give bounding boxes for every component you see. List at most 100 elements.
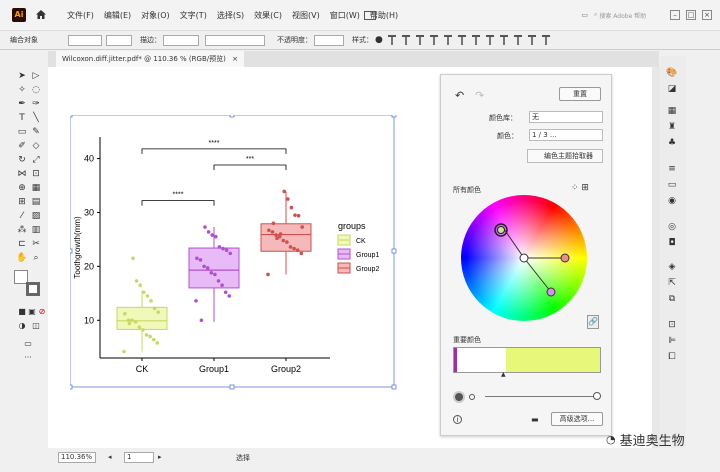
symbols-icon[interactable]: ♣ <box>666 138 678 148</box>
colors-select[interactable]: 1 / 3 ... <box>529 129 603 141</box>
shape-builder-icon[interactable]: ⊕ <box>16 182 28 194</box>
globe-icon[interactable]: ● <box>375 35 383 45</box>
redo-icon[interactable]: ↷ <box>475 89 484 102</box>
menu-select[interactable]: 选择(S) <box>212 10 249 21</box>
artboards-icon[interactable]: ⧉ <box>666 294 678 304</box>
align-top-icon[interactable] <box>430 35 438 45</box>
artboard-tool-icon[interactable]: ⊏ <box>16 238 28 250</box>
maximize-button[interactable]: □ <box>686 10 696 20</box>
prominent-colors-bar[interactable] <box>453 347 601 373</box>
menu-object[interactable]: 对象(O) <box>136 10 175 21</box>
stroke-panel-icon[interactable]: ≡ <box>666 164 678 174</box>
export-icon[interactable]: ⇱ <box>666 278 678 288</box>
type-tool-icon[interactable]: T <box>16 112 28 124</box>
menu-edit[interactable]: 编辑(E) <box>99 10 136 21</box>
appearance-icon[interactable]: ◎ <box>666 222 678 232</box>
magic-wand-icon[interactable]: ✧ <box>16 84 28 96</box>
folder-icon[interactable]: ▬ <box>531 415 539 424</box>
hand-tool-icon[interactable]: ✋ <box>16 252 28 264</box>
menu-file[interactable]: 文件(F) <box>62 10 99 21</box>
zoom-select[interactable]: 110.36% <box>58 452 96 463</box>
color-guide-icon[interactable]: ◪ <box>666 84 678 94</box>
color-panel-icon[interactable]: 🎨 <box>666 68 678 78</box>
help-search[interactable]: ⌕ 搜索 Adobe 帮助 <box>594 9 664 21</box>
screen-mode-icon[interactable]: ▭ <box>22 338 34 350</box>
swatches-icon[interactable]: ▦ <box>666 106 678 116</box>
brightness-slider-track[interactable] <box>485 396 597 397</box>
selection-tool-icon[interactable]: ➤ <box>16 70 28 82</box>
distribute-right-icon[interactable] <box>542 35 550 45</box>
direct-selection-tool-icon[interactable]: ▷ <box>30 70 42 82</box>
color-marker-icon[interactable]: ▲ <box>501 371 506 378</box>
menu-type[interactable]: 文字(T) <box>175 10 212 21</box>
advanced-options-button[interactable]: 高级选项... <box>551 412 603 426</box>
pathfinder-icon[interactable]: ⧠ <box>666 352 678 362</box>
stroke-swatch[interactable] <box>106 34 132 46</box>
next-artboard-icon[interactable]: ▸ <box>158 453 162 461</box>
distribute-left-icon[interactable] <box>514 35 522 45</box>
distribute-top-icon[interactable] <box>472 35 480 45</box>
graphic-styles-icon[interactable]: ◘ <box>666 238 678 248</box>
align-vcenter-icon[interactable] <box>444 35 452 45</box>
width-tool-icon[interactable]: ⋈ <box>16 168 28 180</box>
draw-mode-icon[interactable]: ◑ <box>16 320 28 332</box>
line-tool-icon[interactable]: ╲ <box>30 112 42 124</box>
distribute-hcenter-icon[interactable] <box>528 35 536 45</box>
pen-tool-icon[interactable]: ✒ <box>16 98 28 110</box>
info-icon[interactable]: i <box>453 415 462 424</box>
stroke-weight-input[interactable] <box>163 34 199 46</box>
minimize-button[interactable]: – <box>670 10 680 20</box>
document-tab[interactable]: Wilcoxon.diff.jitter.pdf* @ 110.36 % (RG… <box>56 51 244 67</box>
more-tools-icon[interactable]: ··· <box>22 352 34 364</box>
layers-icon[interactable]: ◈ <box>666 262 678 272</box>
fill-swatch[interactable] <box>68 34 102 46</box>
artboard-number-select[interactable]: 1 <box>124 452 154 463</box>
perspective-grid-icon[interactable]: ▦ <box>30 182 42 194</box>
unlink-icon[interactable]: 🔗 <box>587 315 599 329</box>
transparency-icon[interactable]: ◉ <box>666 196 678 206</box>
align-panel-icon[interactable]: ⊫ <box>666 336 678 346</box>
color-theme-picker-button[interactable]: 编色主题拾取器 <box>527 149 603 163</box>
link-harmony-icon[interactable]: ⁘ ⊞ <box>571 183 589 193</box>
vertical-scrollbar[interactable] <box>652 67 660 448</box>
distribute-bottom-icon[interactable] <box>500 35 508 45</box>
transform-icon[interactable]: ⊡ <box>666 320 678 330</box>
free-transform-icon[interactable]: ⊡ <box>30 168 42 180</box>
arrange-documents-icon[interactable]: ▭ <box>581 11 588 19</box>
undo-icon[interactable]: ↶ <box>455 89 464 102</box>
eyedropper-icon[interactable]: ⁄ <box>16 210 28 222</box>
saturation-toggle-icon[interactable] <box>453 391 465 403</box>
menu-window[interactable]: 窗口(W) <box>325 10 365 21</box>
paintbrush-icon[interactable]: ✎ <box>30 126 42 138</box>
boxplot-chart[interactable]: 10 20 30 40 CK Group1 Group2 Toothgrowth(mm) ***… <box>70 115 420 390</box>
scale-tool-icon[interactable]: ⤢ <box>30 154 42 166</box>
brushes-icon[interactable]: ♜ <box>666 122 678 132</box>
variable-width-select[interactable] <box>205 34 265 46</box>
zoom-tool-icon[interactable]: ⌕ <box>30 252 42 264</box>
align-bottom-icon[interactable] <box>458 35 466 45</box>
rotate-tool-icon[interactable]: ↻ <box>16 154 28 166</box>
menu-effect[interactable]: 效果(C) <box>249 10 287 21</box>
workspace-switcher-icon[interactable] <box>364 11 376 20</box>
blend-tool-icon[interactable]: ▨ <box>30 210 42 222</box>
color-wheel[interactable] <box>461 195 587 321</box>
shaper-tool-icon[interactable]: ✐ <box>16 140 28 152</box>
align-hcenter-icon[interactable] <box>402 35 410 45</box>
align-left-icon[interactable] <box>388 35 396 45</box>
brightness-slider-thumb[interactable] <box>593 392 601 400</box>
stroke-color-swatch[interactable] <box>26 282 40 296</box>
mesh-tool-icon[interactable]: ⊞ <box>16 196 28 208</box>
slice-tool-icon[interactable]: ✂ <box>30 238 42 250</box>
symbol-sprayer-icon[interactable]: ⁂ <box>16 224 28 236</box>
align-right-icon[interactable] <box>416 35 424 45</box>
gradient-panel-icon[interactable]: ▭ <box>666 180 678 190</box>
close-tab-icon[interactable]: × <box>232 55 238 63</box>
home-icon[interactable] <box>36 10 46 19</box>
lasso-icon[interactable]: ◌ <box>30 84 42 96</box>
draw-inside-icon[interactable]: ◫ <box>30 320 42 332</box>
gradient-tool-icon[interactable]: ▤ <box>30 196 42 208</box>
curvature-tool-icon[interactable]: ✑ <box>30 98 42 110</box>
graph-tool-icon[interactable]: ▥ <box>30 224 42 236</box>
reset-button[interactable]: 重置 <box>559 87 601 101</box>
library-select[interactable]: 无 <box>529 111 603 123</box>
